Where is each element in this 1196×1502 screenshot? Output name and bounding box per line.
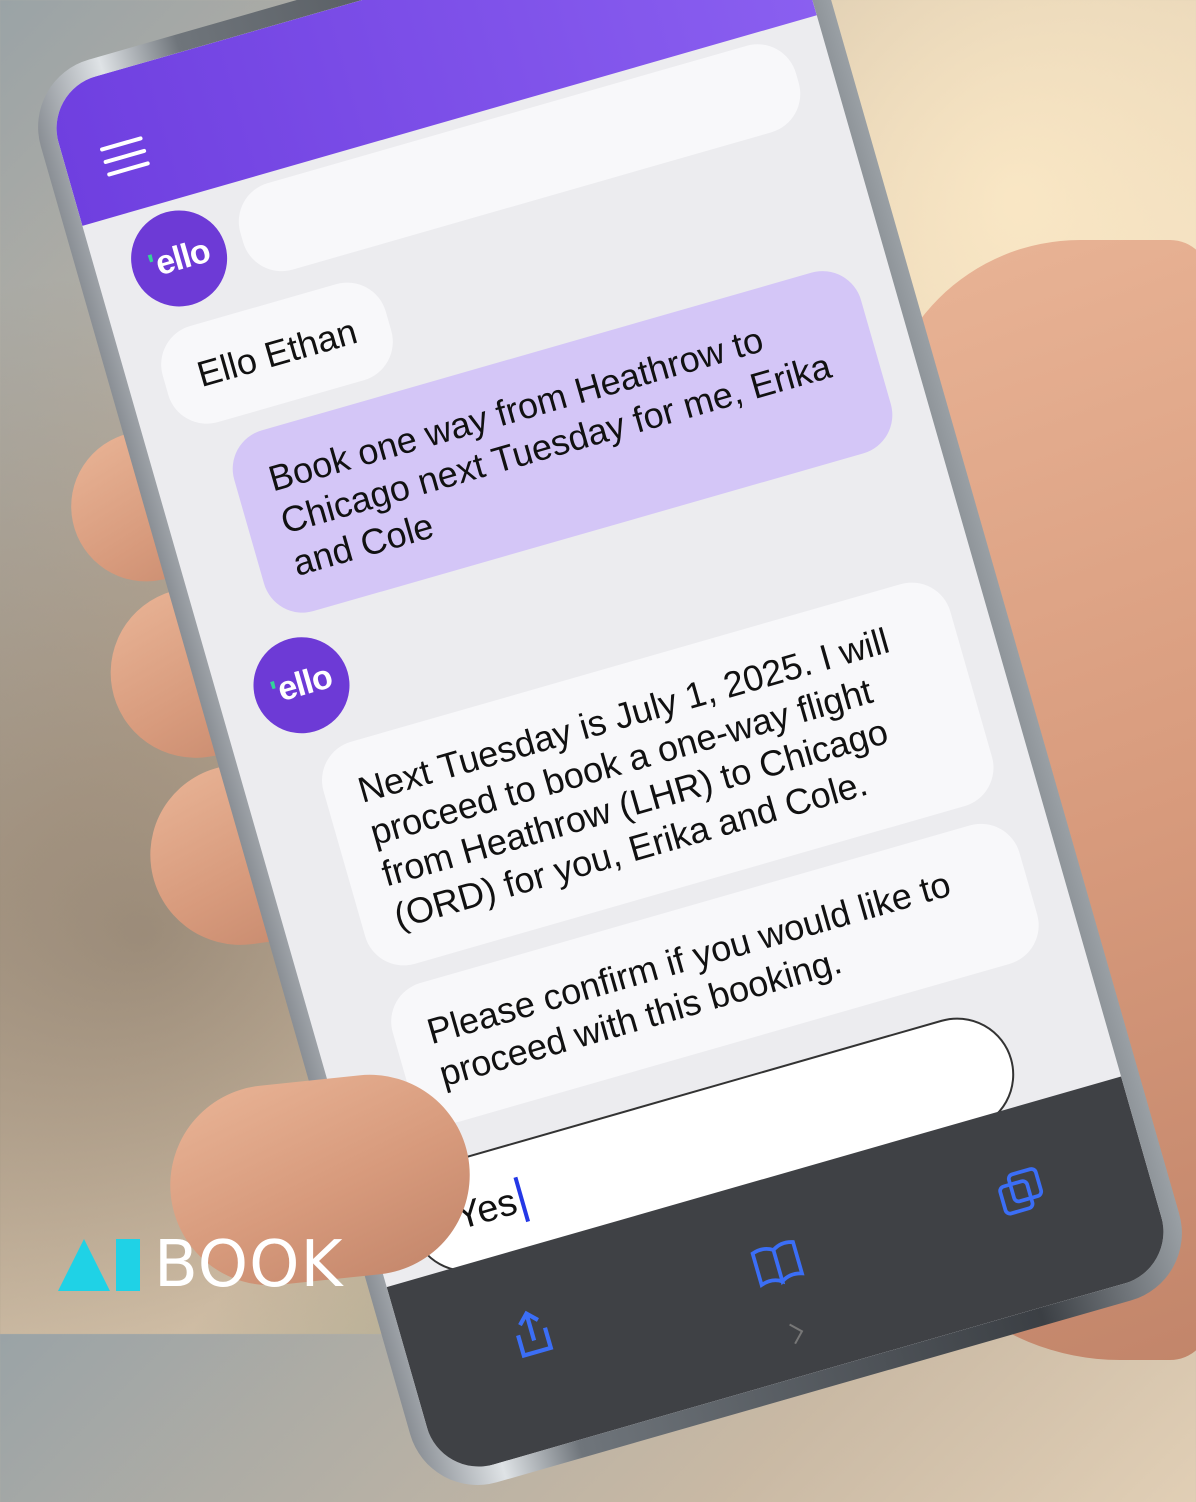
- ai-logo-icon: [58, 1239, 140, 1291]
- brand-logo: BOOK: [58, 1228, 344, 1302]
- chevron-right-icon[interactable]: [779, 1314, 816, 1351]
- brand-text: BOOK: [154, 1228, 344, 1302]
- menu-icon[interactable]: [99, 135, 152, 181]
- bookmarks-icon[interactable]: [743, 1229, 812, 1298]
- ello-avatar: ' ello: [119, 199, 239, 318]
- ello-avatar: ' ello: [242, 625, 361, 745]
- tabs-icon[interactable]: [987, 1159, 1056, 1228]
